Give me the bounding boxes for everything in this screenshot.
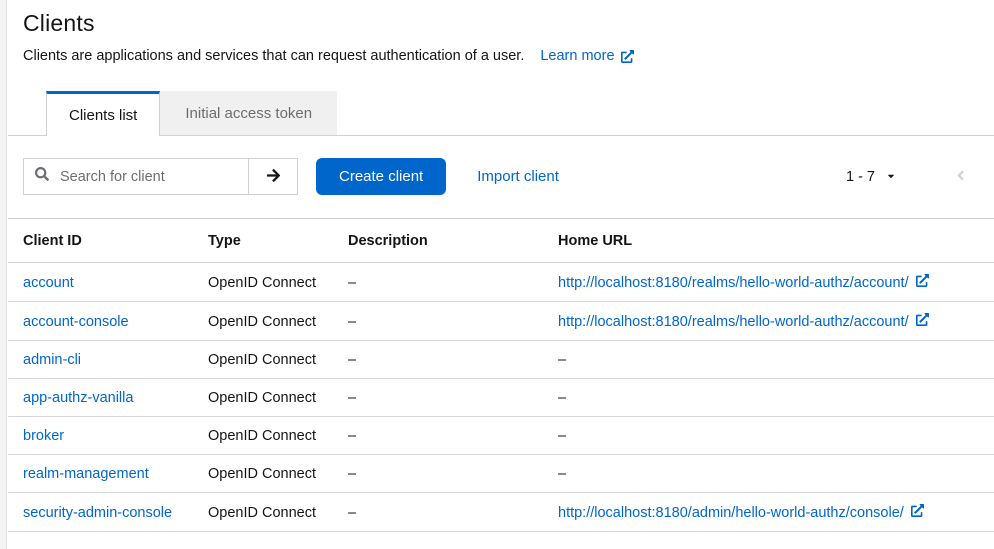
arrow-right-icon [266, 168, 281, 186]
tab-clients-list[interactable]: Clients list [46, 91, 160, 136]
table-row: admin-cli OpenID Connect – – [8, 341, 994, 379]
client-id-link[interactable]: security-admin-console [23, 505, 172, 521]
caret-down-icon [886, 169, 896, 185]
clients-page: Clients Clients are applications and ser… [8, 0, 994, 532]
home-url-cell: – [546, 417, 994, 455]
table-row: account-console OpenID Connect – http://… [8, 302, 994, 341]
client-type-cell: OpenID Connect [196, 341, 336, 379]
home-url-dash: – [558, 428, 566, 444]
toolbar: Create client Import client 1 - 7 [8, 136, 994, 195]
client-id-link[interactable]: admin-cli [23, 352, 81, 368]
search-submit-button[interactable] [248, 159, 297, 194]
external-link-icon [621, 50, 634, 63]
page-title: Clients [23, 10, 970, 37]
home-url-cell: – [546, 455, 994, 493]
client-type-cell: OpenID Connect [196, 263, 336, 302]
page-header: Clients Clients are applications and ser… [8, 0, 994, 64]
search-icon [35, 167, 49, 186]
search-input[interactable] [58, 168, 246, 186]
table-row: account OpenID Connect – http://localhos… [8, 263, 994, 302]
client-description-cell: – [336, 263, 546, 302]
client-id-link[interactable]: app-authz-vanilla [23, 390, 133, 406]
client-id-link[interactable]: realm-management [23, 466, 149, 482]
column-header-description: Description [336, 219, 546, 263]
external-link-icon [916, 313, 929, 330]
column-header-type: Type [196, 219, 336, 263]
angle-left-icon [955, 168, 966, 186]
client-type-cell: OpenID Connect [196, 417, 336, 455]
client-type-cell: OpenID Connect [196, 302, 336, 341]
home-url-dash: – [558, 466, 566, 482]
client-type-cell: OpenID Connect [196, 379, 336, 417]
client-description-cell: – [336, 455, 546, 493]
home-url-dash: – [558, 390, 566, 406]
home-url-cell: – [546, 379, 994, 417]
client-description-cell: – [336, 302, 546, 341]
tab-bar: Clients list Initial access token [8, 91, 994, 136]
home-url-link-wrap: http://localhost:8180/realms/hello-world… [558, 313, 929, 330]
client-type-cell: OpenID Connect [196, 493, 336, 532]
learn-more-link[interactable]: Learn more [540, 48, 633, 64]
tab-clients-list-label: Clients list [69, 107, 137, 124]
home-url-dash: – [558, 352, 566, 368]
table-header-row: Client ID Type Description Home URL [8, 219, 994, 263]
page-left-margin [0, 0, 7, 549]
table-row: broker OpenID Connect – – [8, 417, 994, 455]
search-group [23, 158, 298, 195]
home-url-link[interactable]: http://localhost:8180/admin/hello-world-… [558, 505, 904, 521]
home-url-link-wrap: http://localhost:8180/realms/hello-world… [558, 274, 929, 291]
create-client-button[interactable]: Create client [316, 158, 446, 195]
pagination-range-dropdown[interactable]: 1 - 7 [840, 168, 902, 186]
home-url-link[interactable]: http://localhost:8180/realms/hello-world… [558, 275, 909, 291]
tab-initial-access-token-label: Initial access token [185, 105, 312, 122]
client-id-link[interactable]: account-console [23, 314, 129, 330]
home-url-cell: – [546, 341, 994, 379]
clients-table: Client ID Type Description Home URL acco… [8, 218, 994, 532]
pagination-prev-button[interactable] [949, 167, 972, 187]
client-type-cell: OpenID Connect [196, 455, 336, 493]
client-id-link[interactable]: account [23, 275, 74, 291]
external-link-icon [911, 504, 924, 521]
home-url-cell: http://localhost:8180/realms/hello-world… [546, 263, 994, 302]
home-url-link[interactable]: http://localhost:8180/realms/hello-world… [558, 314, 909, 330]
pagination: 1 - 7 [840, 167, 980, 187]
pagination-range-label: 1 - 7 [846, 169, 875, 185]
table-row: security-admin-console OpenID Connect – … [8, 493, 994, 532]
learn-more-label: Learn more [540, 48, 614, 64]
external-link-icon [916, 274, 929, 291]
home-url-cell: http://localhost:8180/admin/hello-world-… [546, 493, 994, 532]
client-id-link[interactable]: broker [23, 428, 64, 444]
import-client-link[interactable]: Import client [477, 168, 559, 185]
client-description-cell: – [336, 379, 546, 417]
column-header-home-url: Home URL [546, 219, 994, 263]
home-url-link-wrap: http://localhost:8180/admin/hello-world-… [558, 504, 924, 521]
home-url-cell: http://localhost:8180/realms/hello-world… [546, 302, 994, 341]
tab-initial-access-token[interactable]: Initial access token [160, 91, 337, 135]
client-description-cell: – [336, 493, 546, 532]
table-row: realm-management OpenID Connect – – [8, 455, 994, 493]
table-row: app-authz-vanilla OpenID Connect – – [8, 379, 994, 417]
client-description-cell: – [336, 417, 546, 455]
page-description: Clients are applications and services th… [23, 48, 524, 64]
client-description-cell: – [336, 341, 546, 379]
column-header-client-id: Client ID [8, 219, 196, 263]
